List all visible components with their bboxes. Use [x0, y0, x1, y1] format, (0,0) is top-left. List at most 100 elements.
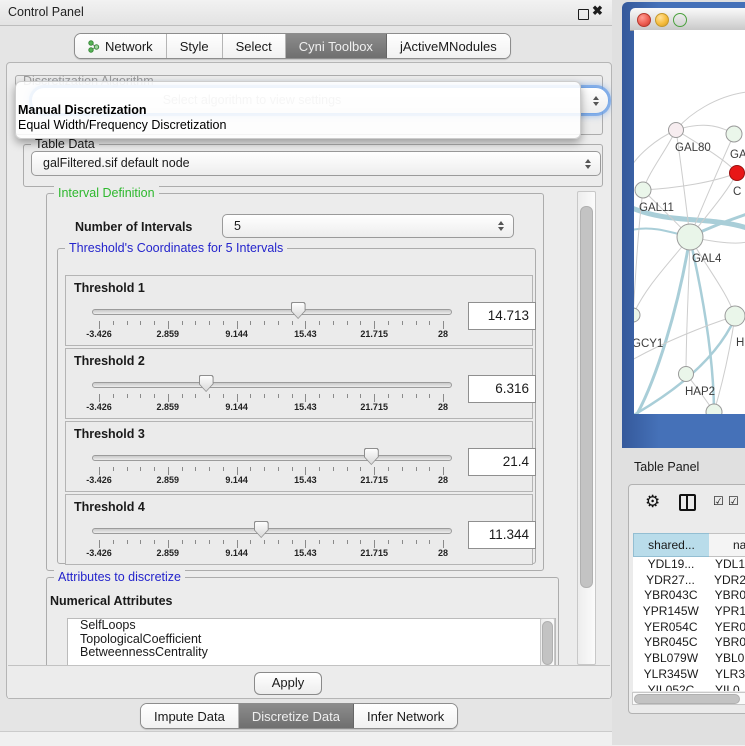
attributes-list-scrollbar-thumb[interactable]	[542, 621, 553, 665]
node[interactable]	[706, 404, 722, 414]
slider-tick	[374, 394, 375, 402]
minimize-traffic-light-icon[interactable]	[655, 13, 669, 27]
threshold-value-field[interactable]: 11.344	[468, 521, 536, 549]
attribute-list-item[interactable]: SelfLoops	[68, 619, 555, 633]
tab-impute-data[interactable]: Impute Data	[141, 704, 239, 728]
panel-scrollbar-thumb[interactable]	[580, 206, 593, 588]
table-row[interactable]: YBL079WYBL0	[633, 651, 745, 667]
close-traffic-light-icon[interactable]	[637, 13, 651, 27]
slider-tick	[209, 540, 210, 544]
attribute-list-item[interactable]: TopologicalCoefficient	[68, 633, 555, 647]
number-of-intervals-combobox[interactable]: 5	[222, 214, 514, 238]
table-row[interactable]: YIL052CYIL0	[633, 683, 745, 692]
gear-icon[interactable]: ⚙	[645, 492, 660, 512]
network-edge[interactable]	[634, 318, 735, 414]
threshold-slider-thumb[interactable]	[254, 521, 269, 538]
tab-infer-network-label: Infer Network	[367, 709, 444, 724]
slider-tick	[347, 467, 348, 471]
table-data-combobox[interactable]: galFiltered.sif default node	[31, 151, 601, 176]
network-view-window[interactable]: GAL80GACGAL11GAL4GCY1HHAP2	[622, 2, 745, 448]
tab-style[interactable]: Style	[167, 34, 223, 58]
tab-jactivemnodules[interactable]: jActiveMNodules	[387, 34, 510, 58]
node-label: HAP2	[685, 386, 715, 398]
threshold-slider-track[interactable]	[92, 309, 452, 315]
slider-tick	[305, 467, 306, 475]
table-row[interactable]: YDL19...YDL1	[633, 557, 745, 573]
tab-infer-network[interactable]: Infer Network	[354, 704, 457, 728]
table-row[interactable]: YDR27...YDR2	[633, 573, 745, 589]
threshold-label: Threshold 1	[74, 281, 145, 295]
node[interactable]	[725, 306, 745, 326]
network-edge[interactable]	[690, 237, 735, 316]
red-node[interactable]	[730, 166, 745, 181]
GCY1-node[interactable]	[634, 308, 640, 322]
column-layout-icon[interactable]	[679, 494, 696, 511]
slider-tick	[374, 467, 375, 475]
checkbox-icon[interactable]: ☑	[713, 494, 724, 508]
threshold-slider-thumb[interactable]	[199, 375, 214, 392]
table-row[interactable]: YER054CYER0	[633, 620, 745, 636]
float-window-icon[interactable]	[578, 9, 589, 20]
table-horizontal-scrollbar[interactable]	[632, 692, 745, 705]
threshold-value-field[interactable]: 21.4	[468, 448, 536, 476]
GAL4-node[interactable]	[677, 224, 703, 250]
column-header-shared-name[interactable]: shared...	[633, 533, 710, 557]
tab-discretize-data[interactable]: Discretize Data	[239, 704, 354, 728]
tab-style-label: Style	[180, 39, 209, 54]
dropdown-item-manual-discretization[interactable]: Manual Discretization	[18, 103, 147, 117]
threshold-slider-thumb[interactable]	[364, 448, 379, 465]
GAL80-node[interactable]	[669, 123, 684, 138]
attribute-list-item[interactable]: BetweennessCentrality	[68, 646, 555, 660]
slider-tick	[416, 467, 417, 471]
tab-select[interactable]: Select	[223, 34, 286, 58]
slider-tick	[416, 321, 417, 325]
network-window-titlebar[interactable]	[630, 8, 745, 31]
slider-tick-label: 15.43	[294, 548, 317, 558]
attributes-list-scrollbar[interactable]	[540, 618, 555, 669]
slider-tick	[333, 467, 334, 471]
combo-arrows-icon	[498, 221, 504, 231]
GAL11-node[interactable]	[635, 182, 651, 198]
apply-button[interactable]: Apply	[254, 672, 322, 695]
thresholds-group-title: Threshold's Coordinates for 5 Intervals	[65, 241, 287, 255]
slider-tick	[195, 394, 196, 398]
node[interactable]	[726, 126, 742, 142]
zoom-traffic-light-icon[interactable]	[673, 13, 687, 27]
checkbox-icon[interactable]: ☑	[728, 494, 739, 508]
network-canvas[interactable]: GAL80GACGAL11GAL4GCY1HHAP2	[634, 30, 745, 414]
HAP2-node[interactable]	[679, 367, 694, 382]
threshold-slider-track[interactable]	[92, 382, 452, 388]
network-edge[interactable]	[714, 316, 735, 412]
threshold-slider-thumb[interactable]	[291, 302, 306, 319]
slider-tick	[140, 321, 141, 325]
network-edge[interactable]	[634, 130, 676, 165]
threshold-slider-track[interactable]	[92, 528, 452, 534]
table-row[interactable]: YPR145WYPR1	[633, 604, 745, 620]
tab-network[interactable]: Network	[75, 34, 167, 58]
threshold-value-field[interactable]: 14.713	[468, 302, 536, 330]
slider-tick	[99, 321, 100, 329]
slider-tick-label: 2.859	[157, 329, 180, 339]
close-icon[interactable]: ✖	[592, 3, 603, 19]
tab-cyni-toolbox[interactable]: Cyni Toolbox	[286, 34, 387, 58]
column-header-name[interactable]: na	[709, 533, 745, 557]
table-row[interactable]: YBR045CYBR0	[633, 635, 745, 651]
tab-select-label: Select	[236, 39, 272, 54]
node-label: GAL80	[675, 142, 711, 154]
cell-shared-name: YPR145W	[633, 604, 709, 620]
dropdown-item-equal-width-frequency[interactable]: Equal Width/Frequency Discretization	[18, 118, 226, 132]
panel-scrollbar[interactable]	[577, 191, 596, 665]
network-edge[interactable]	[676, 92, 745, 130]
slider-tick	[388, 321, 389, 325]
table-row[interactable]: YBR043CYBR0	[633, 588, 745, 604]
network-edge[interactable]	[676, 125, 734, 134]
table-horizontal-scrollbar-thumb[interactable]	[634, 694, 740, 704]
slider-tick	[113, 467, 114, 471]
network-edge[interactable]	[636, 237, 690, 414]
table-row[interactable]: YLR345WYLR3	[633, 667, 745, 683]
numerical-attributes-list[interactable]: SelfLoopsTopologicalCoefficientBetweenne…	[67, 618, 556, 669]
threshold-slider-track[interactable]	[92, 455, 452, 461]
network-edge[interactable]	[643, 173, 737, 190]
slider-tick	[250, 467, 251, 471]
threshold-value-field[interactable]: 6.316	[468, 375, 536, 403]
